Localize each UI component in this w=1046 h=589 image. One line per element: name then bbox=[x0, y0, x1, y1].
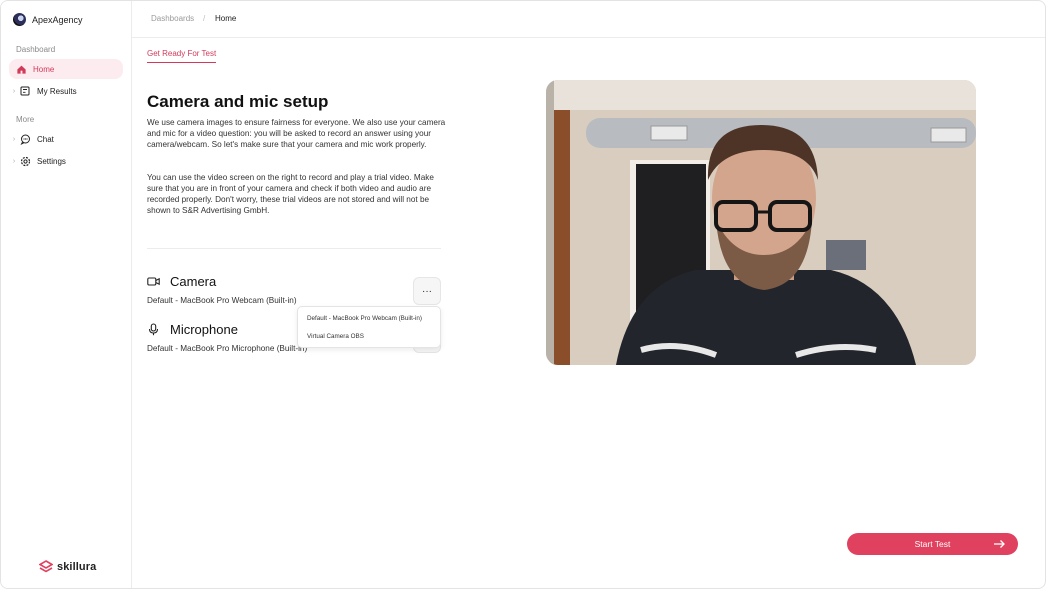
sidebar-item-label: Chat bbox=[37, 134, 54, 144]
sidebar-item-home[interactable]: Home bbox=[9, 59, 123, 79]
brand-name: ApexAgency bbox=[32, 14, 83, 25]
microphone-title: Microphone bbox=[170, 322, 238, 337]
home-icon bbox=[15, 63, 27, 75]
skillura-text: skillura bbox=[57, 560, 97, 573]
divider bbox=[147, 248, 441, 249]
sidebar-item-my-results[interactable]: › My Results bbox=[9, 81, 123, 101]
chevron-right-icon: › bbox=[12, 135, 16, 143]
camera-selected-device: Default - MacBook Pro Webcam (Built-in) bbox=[147, 296, 297, 305]
sidebar-item-label: Home bbox=[33, 64, 55, 74]
intro-paragraph: We use camera images to ensure fairness … bbox=[147, 118, 446, 149]
sidebar-item-label: Settings bbox=[37, 156, 66, 166]
webcam-feed-image bbox=[546, 80, 976, 365]
chevron-right-icon: › bbox=[12, 157, 16, 165]
camera-option-virtual-obs[interactable]: Virtual Camera OBS bbox=[307, 333, 364, 340]
camera-dropdown-menu: Default - MacBook Pro Webcam (Built-in) … bbox=[297, 306, 441, 348]
app-window: ApexAgency Dashboard Home › My Results M… bbox=[0, 0, 1046, 589]
instructions-paragraph: You can use the video screen on the righ… bbox=[147, 173, 434, 215]
sidebar: ApexAgency Dashboard Home › My Results M… bbox=[1, 1, 132, 588]
camera-video-preview[interactable] bbox=[546, 80, 976, 365]
camera-icon bbox=[147, 277, 160, 286]
chat-icon bbox=[19, 133, 31, 145]
sidebar-item-settings[interactable]: › Settings bbox=[9, 151, 123, 171]
camera-option-default[interactable]: Default - MacBook Pro Webcam (Built-in) bbox=[307, 315, 422, 322]
start-test-label: Start Test bbox=[914, 539, 951, 549]
results-icon bbox=[19, 85, 31, 97]
sidebar-item-chat[interactable]: › Chat bbox=[9, 129, 123, 149]
camera-heading: Camera bbox=[147, 274, 216, 289]
top-bar: Dashboards / Home bbox=[132, 1, 1045, 38]
sidebar-section-dashboard: Dashboard bbox=[16, 45, 56, 54]
camera-options-button[interactable]: ··· bbox=[413, 277, 441, 305]
brand[interactable]: ApexAgency bbox=[13, 13, 83, 26]
microphone-icon bbox=[148, 323, 159, 336]
breadcrumb-separator: / bbox=[203, 14, 206, 23]
tab-get-ready-for-test[interactable]: Get Ready For Test bbox=[147, 49, 217, 63]
start-test-button[interactable]: Start Test bbox=[847, 533, 1018, 555]
breadcrumb-dashboards[interactable]: Dashboards bbox=[151, 14, 194, 23]
gear-icon bbox=[19, 155, 31, 167]
arrow-right-icon bbox=[994, 540, 1005, 548]
brand-logo-icon bbox=[13, 13, 26, 26]
microphone-heading: Microphone bbox=[147, 322, 238, 337]
breadcrumb-home: Home bbox=[215, 14, 237, 23]
skillura-logo-icon bbox=[39, 560, 53, 573]
page-title: Camera and mic setup bbox=[147, 92, 329, 111]
microphone-selected-device: Default - MacBook Pro Microphone (Built-… bbox=[147, 344, 308, 353]
sidebar-item-label: My Results bbox=[37, 86, 77, 96]
sidebar-section-more: More bbox=[16, 115, 35, 124]
camera-title: Camera bbox=[170, 274, 217, 289]
chevron-right-icon: › bbox=[12, 87, 16, 95]
skillura-logo: skillura bbox=[39, 560, 96, 573]
